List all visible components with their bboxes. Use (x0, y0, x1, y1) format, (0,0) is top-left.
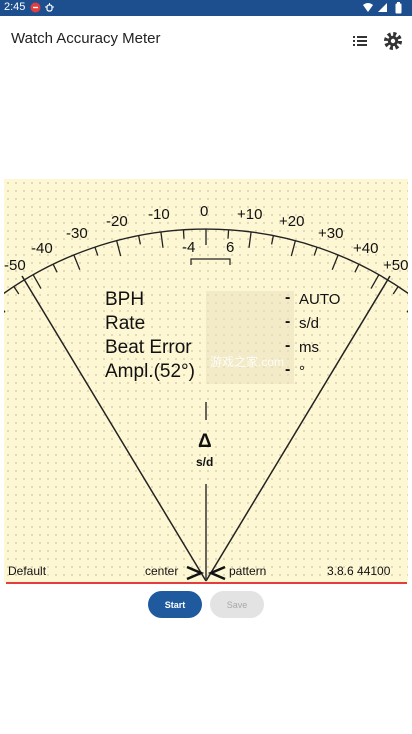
scale-tick (94, 246, 99, 256)
scale-tick (354, 263, 360, 273)
scale-tick (370, 274, 380, 289)
reading-values-box (206, 291, 294, 384)
scale-tick (115, 240, 122, 257)
scale-label: -10 (148, 206, 170, 223)
battery-icon (395, 2, 402, 17)
wifi-icon (362, 2, 374, 16)
scale-tick (406, 309, 408, 313)
scale-tick (13, 286, 20, 295)
scale-tick (4, 309, 6, 313)
rate-value: - (285, 313, 291, 330)
scale-tick (248, 231, 252, 248)
beat-error-unit: ms (299, 339, 319, 356)
scale-tick (392, 286, 399, 295)
scale-tick (160, 231, 164, 248)
watermark-text: 游戏之家.com (210, 355, 285, 369)
signal-icon (377, 2, 388, 16)
delta-unit: s/d (196, 455, 214, 469)
bph-value: - (285, 289, 291, 306)
scale-tick (270, 235, 275, 245)
save-button[interactable]: Save (210, 591, 264, 618)
app-bar: Watch Accuracy Meter (0, 16, 412, 62)
settings-gear-icon[interactable] (382, 30, 404, 52)
start-button[interactable]: Start (148, 591, 202, 618)
scale-label: +10 (237, 206, 263, 223)
status-time: 2:45 (4, 1, 26, 13)
inner-scale-label: -4 (182, 239, 196, 256)
scale-label: 0 (200, 203, 209, 220)
center-label: center (145, 564, 179, 578)
scale-label: +50 (383, 257, 409, 274)
scale-label: -40 (31, 240, 53, 257)
bug-icon (44, 2, 55, 16)
beat-error-value: - (285, 337, 291, 354)
amplitude-label: Ampl.(52°) (105, 361, 195, 382)
center-bracket (190, 258, 231, 265)
delta-symbol: Δ (198, 431, 212, 452)
rate-unit: s/d (299, 315, 320, 332)
scale-tick (290, 240, 297, 257)
beat-error-label: Beat Error (105, 337, 192, 358)
profile-label: Default (8, 564, 47, 578)
scale-label: +40 (353, 240, 379, 257)
version-label: 3.8.6 44100 (327, 564, 391, 578)
list-icon[interactable] (349, 30, 371, 52)
pattern-label: pattern (229, 564, 267, 578)
scale-tick (313, 246, 318, 256)
scale-tick (331, 254, 339, 271)
inner-scale-label: 6 (226, 239, 235, 256)
scale-label: -50 (4, 257, 26, 274)
amplitude-unit: ° (299, 363, 305, 380)
notification-badge-icon (30, 2, 41, 16)
meter-panel: -50 -40 -30 -20 -10 0 +10 +20 +30 +40 +5… (4, 179, 408, 582)
rate-label: Rate (105, 313, 146, 334)
bph-unit: AUTO (299, 291, 341, 308)
scale-tick (52, 263, 58, 273)
scale-label: -20 (106, 213, 128, 230)
scale-tick (137, 235, 142, 245)
scale-tick (73, 254, 81, 271)
scale-label: +20 (279, 213, 305, 230)
scale-tick (32, 274, 42, 289)
scale-label: -30 (66, 225, 88, 242)
amplitude-value: - (285, 361, 291, 378)
status-bar: 2:45 (0, 0, 412, 16)
baseline-divider (6, 582, 407, 584)
app-title: Watch Accuracy Meter (11, 30, 161, 47)
bph-label: BPH (105, 289, 145, 310)
scale-label: +30 (318, 225, 344, 242)
